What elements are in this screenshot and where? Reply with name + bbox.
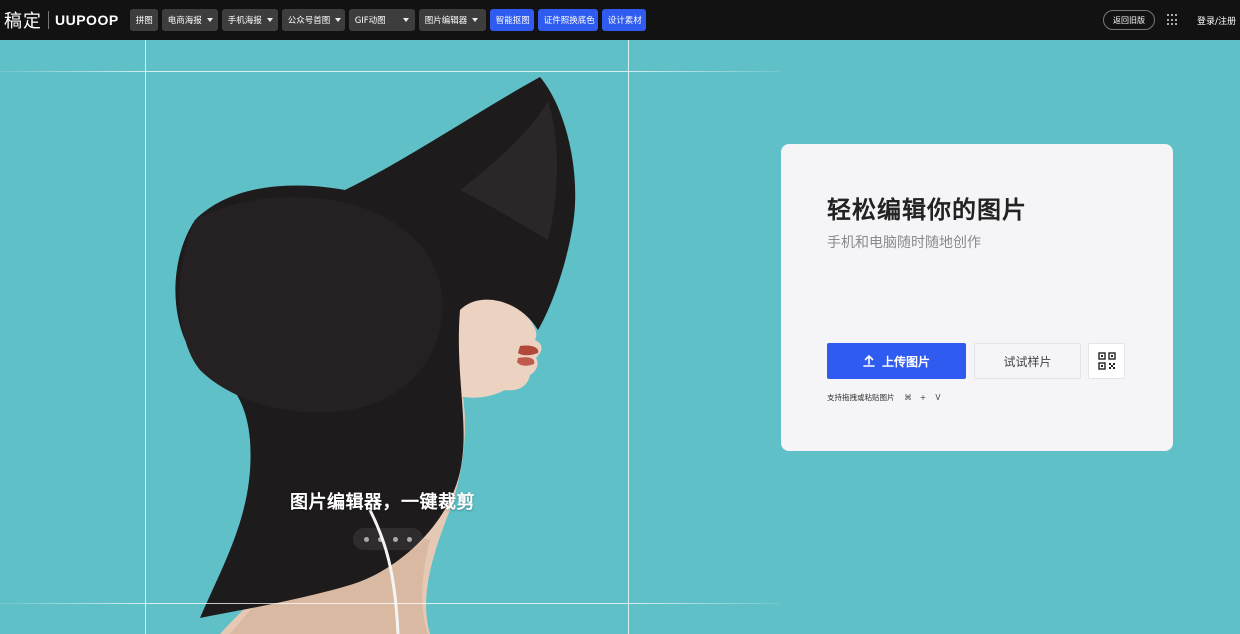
nav-item-label: GIF动图 [354, 16, 386, 26]
chevron-down-icon [335, 18, 342, 22]
shortcut-key-v: V [935, 393, 941, 402]
guide-line-top [0, 71, 780, 72]
paste-hint-text: 支持拖拽或粘贴图片 [827, 393, 895, 402]
carousel-dot[interactable] [392, 536, 398, 542]
nav-item-gif[interactable]: GIF动图 [348, 9, 415, 31]
carousel-dot[interactable] [363, 536, 369, 542]
paste-hint: 支持拖拽或粘贴图片 ⌘ + V [827, 392, 944, 403]
upload-icon [863, 355, 875, 367]
nav-item-label: 证件照换底色 [543, 16, 595, 26]
carousel-dot[interactable] [407, 536, 413, 542]
nav-item-label: 智能抠图 [495, 16, 530, 26]
nav-item-smart-cutout[interactable]: 智能抠图 [489, 9, 534, 31]
nav-item-wechat-cover[interactable]: 公众号首图 [281, 9, 345, 31]
guide-line-left [145, 40, 146, 634]
chevron-down-icon [472, 18, 479, 22]
shortcut-key-cmd: ⌘ [904, 393, 912, 402]
upload-image-button[interactable]: 上传图片 [827, 343, 966, 379]
qrcode-icon [1097, 352, 1116, 370]
old-version-button[interactable]: 返回旧版 [1102, 10, 1155, 30]
try-sample-button[interactable]: 试试样片 [974, 343, 1081, 379]
main-nav: 拼图 电商海报 手机海报 公众号首图 GIF动图 图片编辑器 智能抠图 证件照换… [129, 9, 650, 31]
nav-item-id-photo-bg[interactable]: 证件照换底色 [537, 9, 598, 31]
guide-line-bottom [0, 603, 780, 604]
nav-item-label: 设计素材 [607, 16, 642, 26]
hat-crown [179, 196, 443, 413]
hero-caption: 图片编辑器，一键裁剪 [290, 492, 475, 513]
chevron-down-icon [206, 18, 213, 22]
login-register-link[interactable]: 登录/注册 [1197, 14, 1236, 27]
nav-item-collage[interactable]: 拼图 [129, 9, 158, 31]
carousel-dot[interactable] [378, 536, 384, 542]
nav-item-ecommerce-poster[interactable]: 电商海报 [161, 9, 218, 31]
topbar-right: 返回旧版 登录/注册 [1102, 0, 1240, 40]
top-navigation-bar: 稿定 UUPOOP 拼图 电商海报 手机海报 公众号首图 GIF动图 图片编辑器… [0, 0, 1240, 40]
qrcode-button[interactable] [1088, 343, 1125, 379]
nav-item-label: 拼图 [135, 16, 153, 26]
logo[interactable]: 稿定 UUPOOP [0, 0, 119, 40]
logo-divider [48, 11, 49, 29]
nav-item-label: 手机海报 [227, 16, 262, 26]
guide-line-right [628, 40, 629, 634]
nav-item-mobile-poster[interactable]: 手机海报 [221, 9, 278, 31]
logo-chinese: 稿定 [4, 11, 42, 32]
shortcut-key-plus: + [919, 393, 927, 402]
grid-icon[interactable] [1166, 14, 1179, 26]
chevron-down-icon [266, 18, 273, 22]
carousel-dots [353, 528, 423, 550]
nav-item-image-editor[interactable]: 图片编辑器 [418, 9, 486, 31]
upload-card: 轻松编辑你的图片 手机和电脑随时随地创作 上传图片 试试样片 支持拖拽或粘贴图片… [781, 144, 1173, 451]
upload-button-label: 上传图片 [881, 354, 930, 369]
nav-item-label: 电商海报 [167, 16, 202, 26]
logo-english: UUPOOP [55, 12, 119, 28]
nav-item-label: 图片编辑器 [424, 16, 468, 26]
nav-item-design-assets[interactable]: 设计素材 [601, 9, 646, 31]
card-subtitle: 手机和电脑随时随地创作 [827, 235, 981, 251]
card-title: 轻松编辑你的图片 [827, 196, 1027, 224]
nav-item-label: 公众号首图 [287, 16, 331, 26]
chevron-down-icon [402, 18, 409, 22]
